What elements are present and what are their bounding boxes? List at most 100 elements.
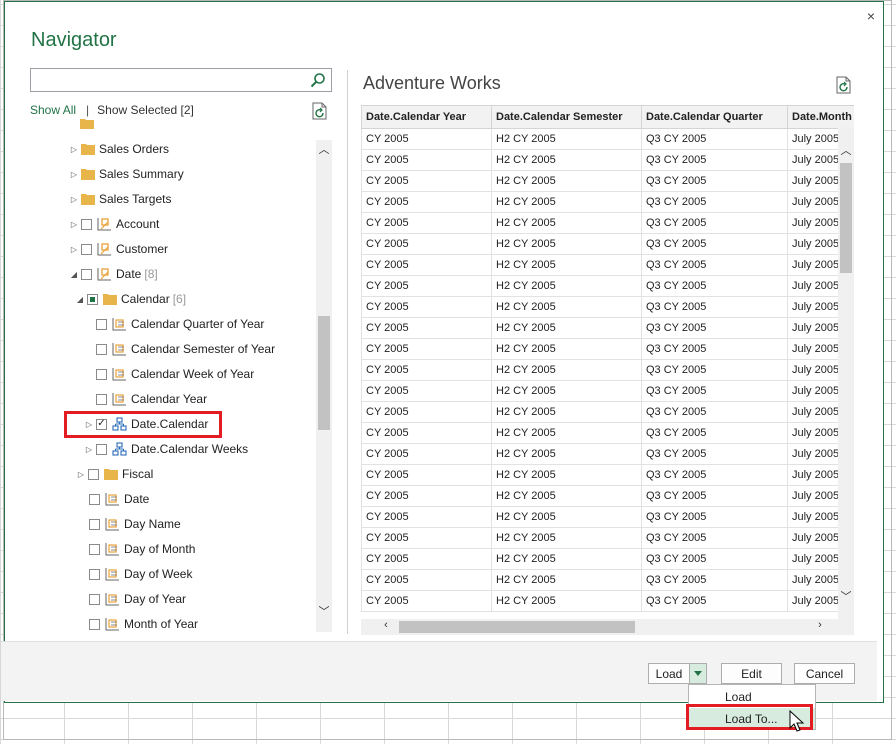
tree-item-calendar-year[interactable]: Calendar Year bbox=[96, 388, 207, 410]
checkbox-partial[interactable] bbox=[87, 293, 98, 305]
close-icon[interactable]: × bbox=[867, 8, 875, 24]
tree-item-calendar-semester-of-year[interactable]: Calendar Semester of Year bbox=[96, 338, 275, 360]
filter-separator: | bbox=[86, 103, 90, 117]
checkbox[interactable] bbox=[96, 393, 107, 405]
table-row: CY 2005 H2 CY 2005 Q3 CY 2005 July 2005 bbox=[361, 380, 854, 402]
expand-arrow-icon[interactable]: ▷ bbox=[69, 170, 79, 179]
checkbox[interactable] bbox=[89, 493, 100, 505]
preview-horizontal-scrollbar[interactable] bbox=[361, 619, 854, 635]
cancel-button[interactable]: Cancel bbox=[794, 663, 855, 684]
checkbox[interactable] bbox=[89, 593, 100, 605]
expand-arrow-icon[interactable]: ▷ bbox=[84, 420, 94, 429]
tree-item-account[interactable]: ▷ Account bbox=[69, 213, 159, 235]
tree-item-sales-summary[interactable]: ▷ Sales Summary bbox=[69, 163, 184, 185]
collapse-arrow-icon[interactable]: ◢ bbox=[75, 295, 85, 304]
checkbox[interactable] bbox=[89, 618, 100, 630]
menu-item-load[interactable]: Load bbox=[689, 686, 815, 707]
tree-item-calendar-quarter-of-year[interactable]: Calendar Quarter of Year bbox=[96, 313, 264, 335]
show-all-link[interactable]: Show All bbox=[30, 103, 76, 117]
preview-vertical-thumb[interactable] bbox=[840, 163, 852, 273]
tree-item-calendar-week-of-year[interactable]: Calendar Week of Year bbox=[96, 363, 254, 385]
table-cell: Q3 CY 2005 bbox=[641, 506, 788, 528]
tree-item-day-name[interactable]: Day Name bbox=[89, 513, 181, 535]
checkbox[interactable] bbox=[96, 318, 107, 330]
table-cell: Q3 CY 2005 bbox=[641, 401, 788, 423]
table-cell: CY 2005 bbox=[361, 191, 492, 213]
preview-scroll-up-icon[interactable]: ︿ bbox=[838, 142, 854, 158]
preview-vertical-scrollbar[interactable] bbox=[838, 127, 854, 619]
expand-arrow-icon[interactable]: ▷ bbox=[69, 195, 79, 204]
table-row: CY 2005 H2 CY 2005 Q3 CY 2005 July 2005 bbox=[361, 317, 854, 339]
tree-item-label: Calendar Year bbox=[131, 392, 208, 406]
checkbox[interactable] bbox=[96, 443, 107, 455]
column-header[interactable]: Date.Calendar Year bbox=[361, 105, 492, 129]
scroll-up-icon[interactable]: ︿ bbox=[316, 141, 332, 157]
tree-item-fiscal[interactable]: ▷ Fiscal bbox=[76, 463, 153, 485]
table-row: CY 2005 H2 CY 2005 Q3 CY 2005 July 2005 bbox=[361, 254, 854, 276]
column-header[interactable]: Date.Calendar Quarter bbox=[641, 105, 788, 129]
checkbox[interactable] bbox=[89, 543, 100, 555]
tree-item-label: Day of Week bbox=[124, 567, 193, 581]
column-header[interactable]: Date.Month bbox=[787, 105, 854, 129]
collapse-arrow-icon[interactable]: ◢ bbox=[69, 270, 79, 279]
checkbox-checked[interactable]: ✓ bbox=[96, 418, 107, 430]
mouse-cursor-icon bbox=[789, 710, 805, 732]
checkbox[interactable] bbox=[96, 343, 107, 355]
tree-item-label: Calendar Semester of Year bbox=[131, 342, 276, 356]
tree-scrollbar[interactable] bbox=[316, 140, 332, 632]
table-cell: H2 CY 2005 bbox=[491, 170, 642, 192]
preview-horizontal-thumb[interactable] bbox=[399, 621, 635, 633]
scroll-down-icon[interactable]: ﹀ bbox=[316, 603, 332, 619]
checkbox[interactable] bbox=[89, 568, 100, 580]
expand-arrow-icon[interactable]: ▷ bbox=[76, 470, 86, 479]
load-dropdown-arrow-icon[interactable] bbox=[689, 663, 707, 684]
edit-button[interactable]: Edit bbox=[721, 663, 782, 684]
checkbox[interactable] bbox=[81, 243, 92, 255]
attribute-icon bbox=[105, 543, 119, 556]
tree-item-day-of-month[interactable]: Day of Month bbox=[89, 538, 195, 560]
checkbox[interactable] bbox=[88, 468, 99, 480]
attribute-icon bbox=[105, 493, 119, 506]
preview-scroll-left-icon[interactable]: ‹ bbox=[378, 619, 394, 631]
table-cell: Q3 CY 2005 bbox=[641, 170, 788, 192]
table-cell: Q3 CY 2005 bbox=[641, 527, 788, 549]
table-cell: Q3 CY 2005 bbox=[641, 149, 788, 171]
preview-scroll-down-icon[interactable]: ﹀ bbox=[838, 588, 854, 604]
tree-item-calendar[interactable]: ◢ Calendar [6] bbox=[75, 288, 186, 310]
expand-arrow-icon[interactable]: ▷ bbox=[69, 220, 79, 229]
column-header[interactable]: Date.Calendar Semester bbox=[491, 105, 642, 129]
load-button[interactable]: Load bbox=[648, 663, 690, 684]
tree-item-date-calendar-weeks[interactable]: ▷ Date.Calendar Weeks bbox=[84, 438, 248, 460]
expand-arrow-icon[interactable]: ▷ bbox=[84, 445, 94, 454]
table-cell: CY 2005 bbox=[361, 254, 492, 276]
table-cell: Q3 CY 2005 bbox=[641, 590, 788, 612]
table-cell: H2 CY 2005 bbox=[491, 338, 642, 360]
checkbox[interactable] bbox=[81, 218, 92, 230]
tree-item-date-attribute[interactable]: Date bbox=[89, 488, 149, 510]
checkbox[interactable] bbox=[89, 518, 100, 530]
preview-scroll-right-icon[interactable]: › bbox=[812, 619, 828, 631]
checkbox[interactable] bbox=[81, 268, 92, 280]
refresh-preview-icon[interactable] bbox=[836, 76, 852, 94]
tree-item-customer[interactable]: ▷ Customer bbox=[69, 238, 168, 260]
show-selected-link[interactable]: Show Selected [2] bbox=[97, 103, 194, 117]
tree-item-sales-orders[interactable]: ▷ Sales Orders bbox=[69, 138, 169, 160]
expand-arrow-icon[interactable]: ▷ bbox=[69, 145, 79, 154]
search-input[interactable] bbox=[33, 71, 307, 91]
tree-item-date[interactable]: ◢ Date [8] bbox=[69, 263, 158, 285]
table-row: CY 2005 H2 CY 2005 Q3 CY 2005 July 2005 bbox=[361, 443, 854, 465]
expand-arrow-icon[interactable]: ▷ bbox=[69, 245, 79, 254]
checkbox[interactable] bbox=[96, 368, 107, 380]
tree-item-partial bbox=[80, 117, 98, 134]
tree-item-date-calendar[interactable]: ▷ ✓ Date.Calendar bbox=[84, 413, 208, 435]
table-cell: Q3 CY 2005 bbox=[641, 548, 788, 570]
search-icon[interactable] bbox=[310, 72, 326, 88]
search-box[interactable] bbox=[30, 68, 332, 92]
tree-item-month-of-year[interactable]: Month of Year bbox=[89, 613, 198, 635]
tree-scrollbar-thumb[interactable] bbox=[318, 316, 330, 430]
folder-icon bbox=[81, 144, 95, 155]
tree-item-sales-targets[interactable]: ▷ Sales Targets bbox=[69, 188, 172, 210]
tree-item-day-of-week[interactable]: Day of Week bbox=[89, 563, 192, 585]
tree-item-label: Fiscal bbox=[122, 467, 154, 481]
tree-item-day-of-year[interactable]: Day of Year bbox=[89, 588, 186, 610]
